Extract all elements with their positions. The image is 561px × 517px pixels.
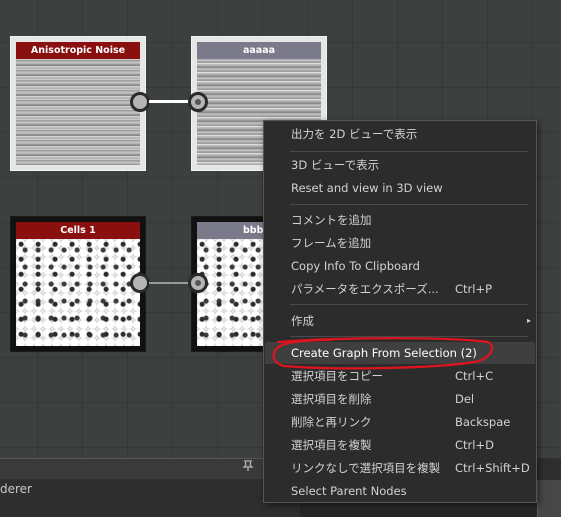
menu-item-shortcut: Backspae	[455, 415, 511, 429]
menu-item-copy-info[interactable]: Copy Info To Clipboard	[265, 255, 535, 277]
node-title: Anisotropic Noise	[16, 42, 140, 59]
menu-item-reset-3d[interactable]: Reset and view in 3D view	[265, 177, 535, 199]
menu-item-label: Copy Info To Clipboard	[291, 259, 420, 273]
menu-item-show-3d[interactable]: 3D ビューで表示	[265, 154, 535, 176]
menu-item-show-2d[interactable]: 出力を 2D ビューで表示	[265, 123, 535, 145]
pin-icon[interactable]	[240, 460, 256, 476]
menu-item-label: Select Parent Nodes	[291, 484, 407, 498]
submenu-arrow-icon: ▸	[526, 316, 531, 325]
context-menu: 出力を 2D ビューで表示 3D ビューで表示 Reset and view i…	[263, 120, 537, 503]
connection-wire	[149, 100, 191, 103]
menu-item-label: 削除と再リンク	[291, 415, 372, 429]
bottom-strip	[300, 503, 561, 517]
bottom-tab-strip	[0, 458, 263, 479]
menu-item-add-comment[interactable]: コメントを追加	[265, 209, 535, 231]
annotation-circle	[272, 337, 493, 370]
output-port[interactable]	[130, 273, 150, 293]
menu-item-label: 出力を 2D ビューで表示	[291, 127, 418, 141]
menu-item-label: リンクなしで選択項目を複製	[291, 461, 441, 475]
menu-item-add-frame[interactable]: フレームを追加	[265, 232, 535, 254]
menu-item-label: 選択項目を削除	[291, 392, 372, 406]
menu-item-shortcut: Ctrl+Shift+D	[455, 461, 530, 475]
node-title: Cells 1	[16, 222, 140, 239]
node-anisotropic-noise[interactable]: Anisotropic Noise	[10, 36, 146, 171]
menu-separator	[290, 151, 528, 152]
menu-item-label: 作成	[291, 314, 314, 328]
node-cells-1[interactable]: Cells 1	[10, 216, 146, 352]
menu-item-label: 3D ビューで表示	[291, 158, 380, 172]
menu-item-expose-parameters[interactable]: パラメータをエクスポーズ... Ctrl+P	[265, 278, 535, 300]
menu-item-label: 選択項目を複製	[291, 438, 372, 452]
menu-item-duplicate-without-links[interactable]: リンクなしで選択項目を複製 Ctrl+Shift+D	[265, 457, 535, 479]
menu-item-label: コメントを追加	[291, 213, 372, 227]
node-title: aaaaa	[197, 42, 321, 59]
node-thumbnail	[16, 59, 140, 165]
input-port[interactable]	[188, 92, 208, 112]
menu-item-shortcut: Del	[455, 392, 475, 406]
menu-separator	[290, 304, 528, 305]
menu-item-label: パラメータをエクスポーズ...	[291, 282, 439, 296]
menu-item-label: フレームを追加	[291, 236, 372, 250]
output-port[interactable]	[130, 92, 150, 112]
menu-item-label: Reset and view in 3D view	[291, 181, 443, 195]
panel-label: derer	[0, 482, 32, 496]
menu-item-select-parent-nodes[interactable]: Select Parent Nodes	[265, 480, 535, 502]
connection-wire	[149, 282, 191, 284]
menu-item-shortcut: Ctrl+P	[455, 282, 493, 296]
menu-separator	[290, 204, 528, 205]
menu-item-create[interactable]: 作成 ▸	[265, 310, 535, 332]
menu-item-duplicate-selection[interactable]: 選択項目を複製 Ctrl+D	[265, 434, 535, 456]
menu-item-shortcut: Ctrl+D	[455, 438, 494, 452]
input-port[interactable]	[188, 273, 208, 293]
menu-item-delete-selection[interactable]: 選択項目を削除 Del	[265, 388, 535, 410]
node-thumbnail	[16, 239, 140, 346]
menu-item-delete-relink[interactable]: 削除と再リンク Backspae	[265, 411, 535, 433]
menu-item-label: 選択項目をコピー	[291, 369, 383, 383]
panel-corner	[537, 480, 561, 517]
